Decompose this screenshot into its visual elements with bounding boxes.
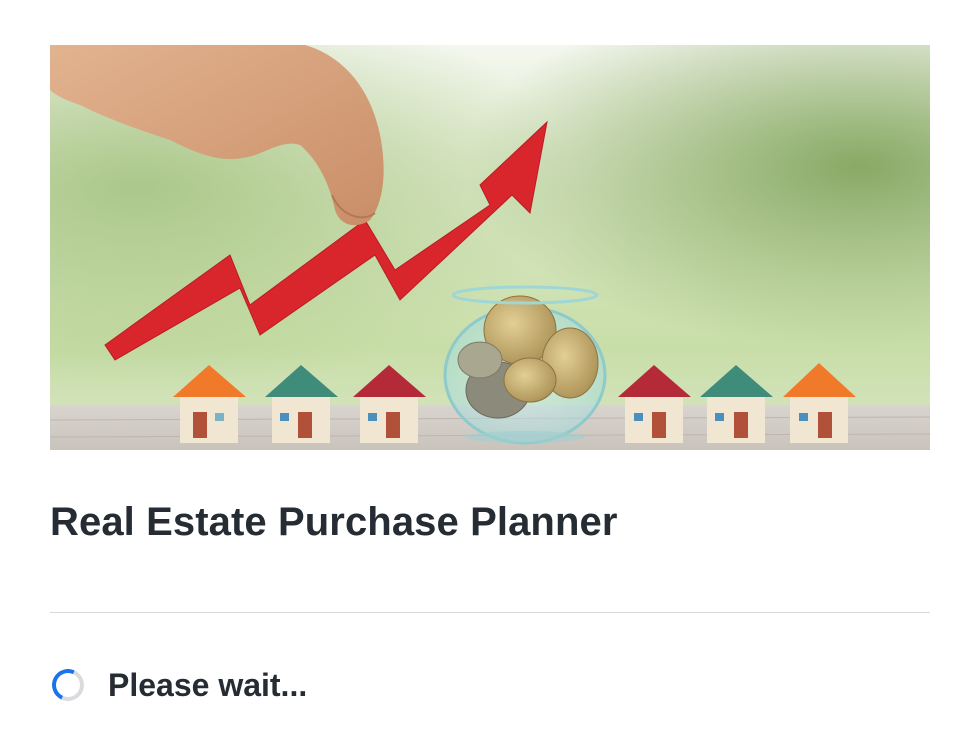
loading-spinner-icon	[47, 664, 89, 706]
loading-text: Please wait...	[108, 666, 308, 703]
page-title: Real Estate Purchase Planner	[50, 500, 618, 544]
hero-illustration	[50, 45, 930, 450]
divider	[50, 612, 930, 613]
hero-image	[50, 45, 930, 450]
loading-status: Please wait...	[47, 662, 308, 708]
